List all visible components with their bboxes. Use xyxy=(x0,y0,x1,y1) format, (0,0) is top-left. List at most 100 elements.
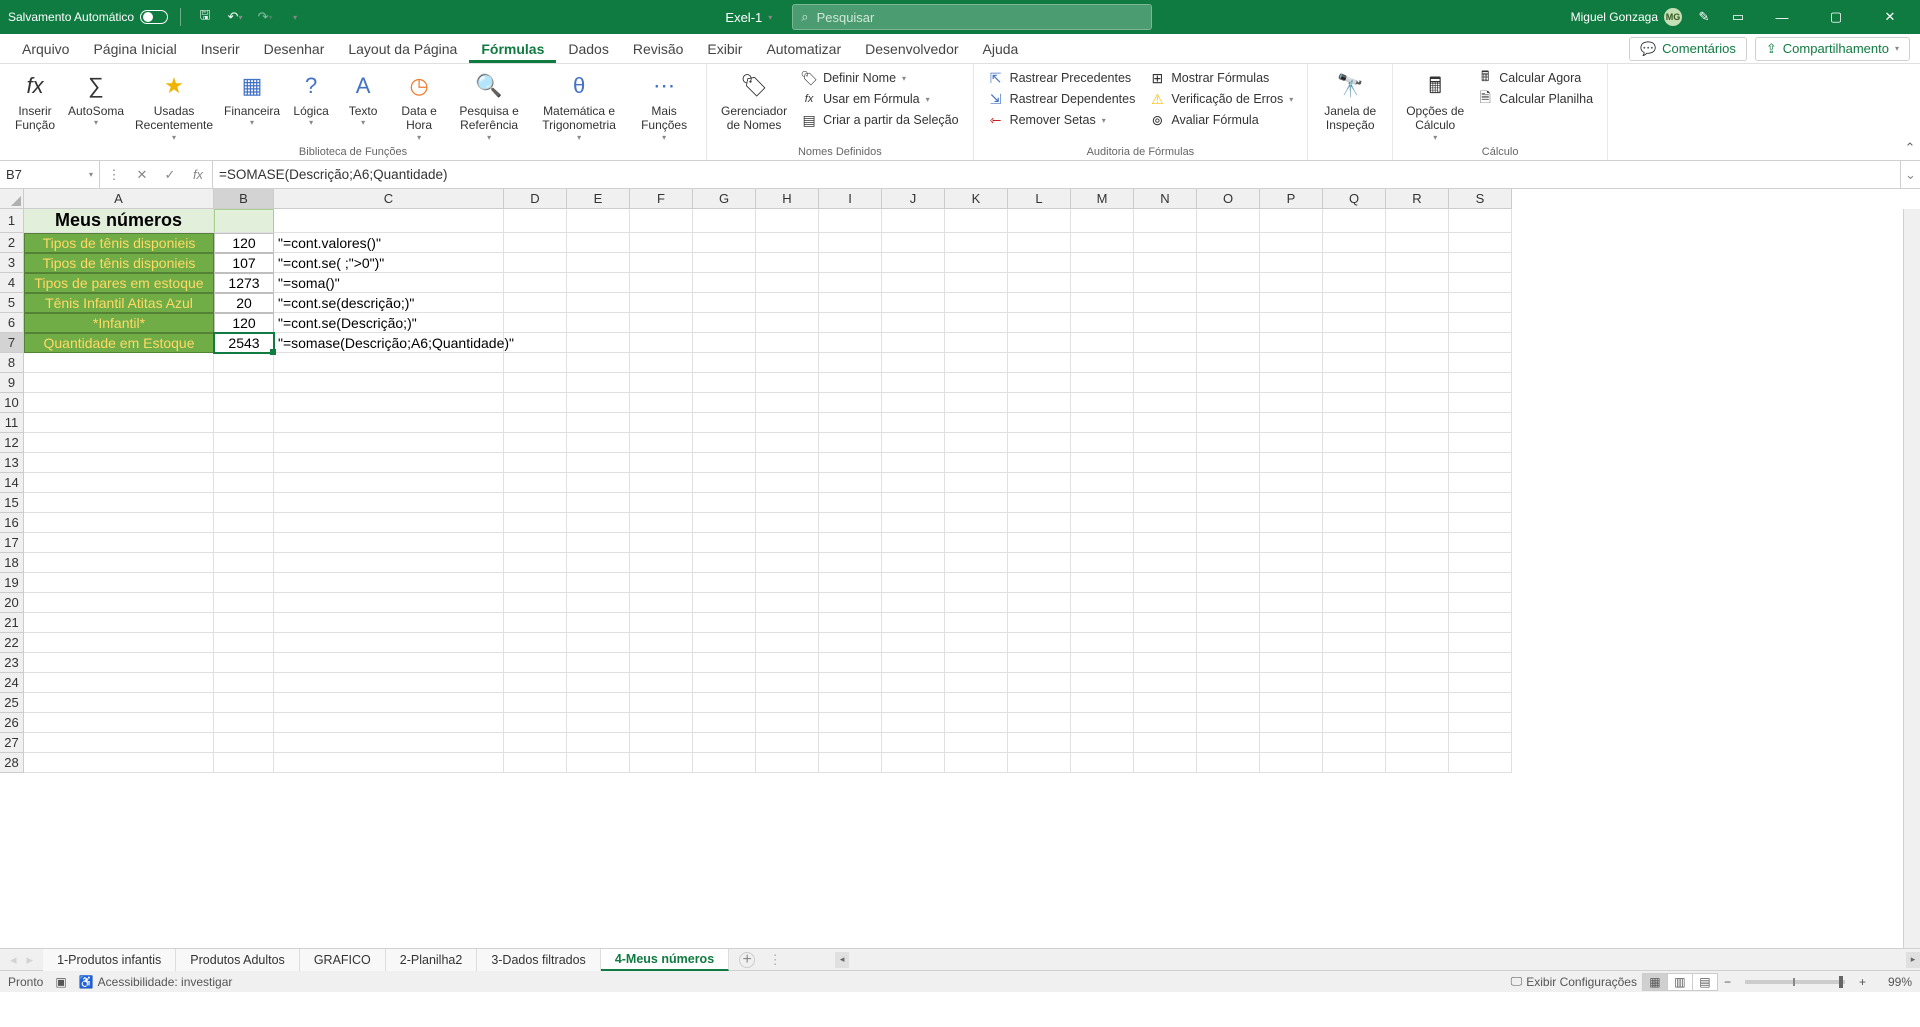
cell[interactable] xyxy=(1323,273,1386,293)
cell[interactable] xyxy=(504,453,567,473)
filename[interactable]: Exel-1 ▾ xyxy=(725,10,772,25)
cell[interactable] xyxy=(504,673,567,693)
cell[interactable] xyxy=(819,613,882,633)
cell[interactable] xyxy=(1008,473,1071,493)
cell[interactable] xyxy=(756,633,819,653)
column-header[interactable]: C xyxy=(274,189,504,209)
cell[interactable] xyxy=(567,293,630,313)
cell[interactable] xyxy=(567,209,630,233)
cell[interactable] xyxy=(1449,313,1512,333)
cell[interactable] xyxy=(756,473,819,493)
cell[interactable] xyxy=(819,393,882,413)
cell[interactable] xyxy=(1134,493,1197,513)
cell[interactable] xyxy=(1008,273,1071,293)
cell[interactable] xyxy=(1386,473,1449,493)
cell[interactable] xyxy=(1323,533,1386,553)
cell[interactable] xyxy=(630,733,693,753)
cell[interactable] xyxy=(1323,293,1386,313)
sheet-nav-next-icon[interactable]: ▸ xyxy=(27,952,34,968)
cell[interactable] xyxy=(214,593,274,613)
cell[interactable] xyxy=(1008,493,1071,513)
display-settings-icon[interactable]: 🖵 xyxy=(1511,974,1523,989)
cell[interactable]: Meus números xyxy=(24,209,214,233)
cell[interactable] xyxy=(945,493,1008,513)
ribbon-mode-icon[interactable]: ▭ xyxy=(1726,5,1750,29)
cell[interactable] xyxy=(1449,413,1512,433)
cell[interactable] xyxy=(1323,673,1386,693)
cell[interactable] xyxy=(1386,753,1449,773)
cell[interactable] xyxy=(1386,513,1449,533)
cell[interactable] xyxy=(693,453,756,473)
cell[interactable] xyxy=(504,493,567,513)
cell[interactable] xyxy=(1071,493,1134,513)
cell[interactable] xyxy=(1071,453,1134,473)
cell[interactable] xyxy=(630,413,693,433)
cell[interactable] xyxy=(1449,493,1512,513)
cell[interactable] xyxy=(882,653,945,673)
tab-layout[interactable]: Layout da Página xyxy=(336,35,469,63)
cell[interactable] xyxy=(1449,553,1512,573)
cell[interactable] xyxy=(693,593,756,613)
cell[interactable] xyxy=(1071,633,1134,653)
cell[interactable] xyxy=(504,353,567,373)
cell[interactable] xyxy=(882,413,945,433)
minimize-button[interactable]: — xyxy=(1760,0,1804,34)
cell[interactable] xyxy=(1134,513,1197,533)
row-header[interactable]: 20 xyxy=(0,593,24,613)
column-header[interactable]: R xyxy=(1386,189,1449,209)
cell[interactable] xyxy=(1197,553,1260,573)
cell[interactable] xyxy=(945,293,1008,313)
cell[interactable] xyxy=(882,473,945,493)
cell[interactable] xyxy=(1449,733,1512,753)
formula-input[interactable]: =SOMASE(Descrição;A6;Quantidade) xyxy=(213,161,1900,188)
cell[interactable] xyxy=(1134,633,1197,653)
search-input[interactable]: ⌕ Pesquisar xyxy=(792,4,1152,30)
cell[interactable] xyxy=(1449,633,1512,653)
cell[interactable] xyxy=(1449,533,1512,553)
cell[interactable] xyxy=(1386,413,1449,433)
calc-options-button[interactable]: 🖩Opções de Cálculo▾ xyxy=(1401,68,1469,144)
cell[interactable] xyxy=(882,233,945,253)
cell[interactable] xyxy=(274,473,504,493)
row-header[interactable]: 7 xyxy=(0,333,24,353)
cell[interactable] xyxy=(274,493,504,513)
row-header[interactable]: 4 xyxy=(0,273,24,293)
cell[interactable] xyxy=(1134,293,1197,313)
cell[interactable] xyxy=(567,593,630,613)
cell[interactable] xyxy=(819,293,882,313)
cell[interactable]: "=somase(Descrição;A6;Quantidade)" xyxy=(274,333,504,353)
cell[interactable] xyxy=(24,753,214,773)
cell[interactable] xyxy=(1260,573,1323,593)
cell[interactable] xyxy=(274,373,504,393)
cell[interactable] xyxy=(945,453,1008,473)
cell[interactable] xyxy=(693,533,756,553)
cell[interactable] xyxy=(504,533,567,553)
show-formulas-button[interactable]: ⊞Mostrar Fórmulas xyxy=(1143,68,1299,88)
cell[interactable] xyxy=(630,313,693,333)
expand-formula-bar-icon[interactable]: ⌄ xyxy=(1900,161,1920,188)
cell[interactable] xyxy=(630,453,693,473)
sheet-nav-prev-icon[interactable]: ◂ xyxy=(10,952,17,968)
column-header[interactable]: M xyxy=(1071,189,1134,209)
row-header[interactable]: 12 xyxy=(0,433,24,453)
cell[interactable] xyxy=(819,653,882,673)
cell[interactable] xyxy=(24,453,214,473)
cell[interactable] xyxy=(504,293,567,313)
cell[interactable] xyxy=(504,693,567,713)
cell[interactable] xyxy=(1008,653,1071,673)
cell[interactable] xyxy=(214,533,274,553)
cell[interactable] xyxy=(24,393,214,413)
cell[interactable] xyxy=(1386,593,1449,613)
cell[interactable] xyxy=(882,453,945,473)
cell[interactable] xyxy=(630,233,693,253)
recently-used-button[interactable]: ★Usadas Recentemente▾ xyxy=(130,68,218,144)
cell[interactable] xyxy=(630,493,693,513)
cell[interactable] xyxy=(1008,233,1071,253)
cell[interactable] xyxy=(1386,273,1449,293)
column-header[interactable]: P xyxy=(1260,189,1323,209)
cell[interactable] xyxy=(1071,209,1134,233)
split-handle-icon[interactable]: ⋮ xyxy=(100,167,128,183)
cell[interactable] xyxy=(1197,373,1260,393)
cell[interactable] xyxy=(1008,673,1071,693)
cell[interactable] xyxy=(882,673,945,693)
